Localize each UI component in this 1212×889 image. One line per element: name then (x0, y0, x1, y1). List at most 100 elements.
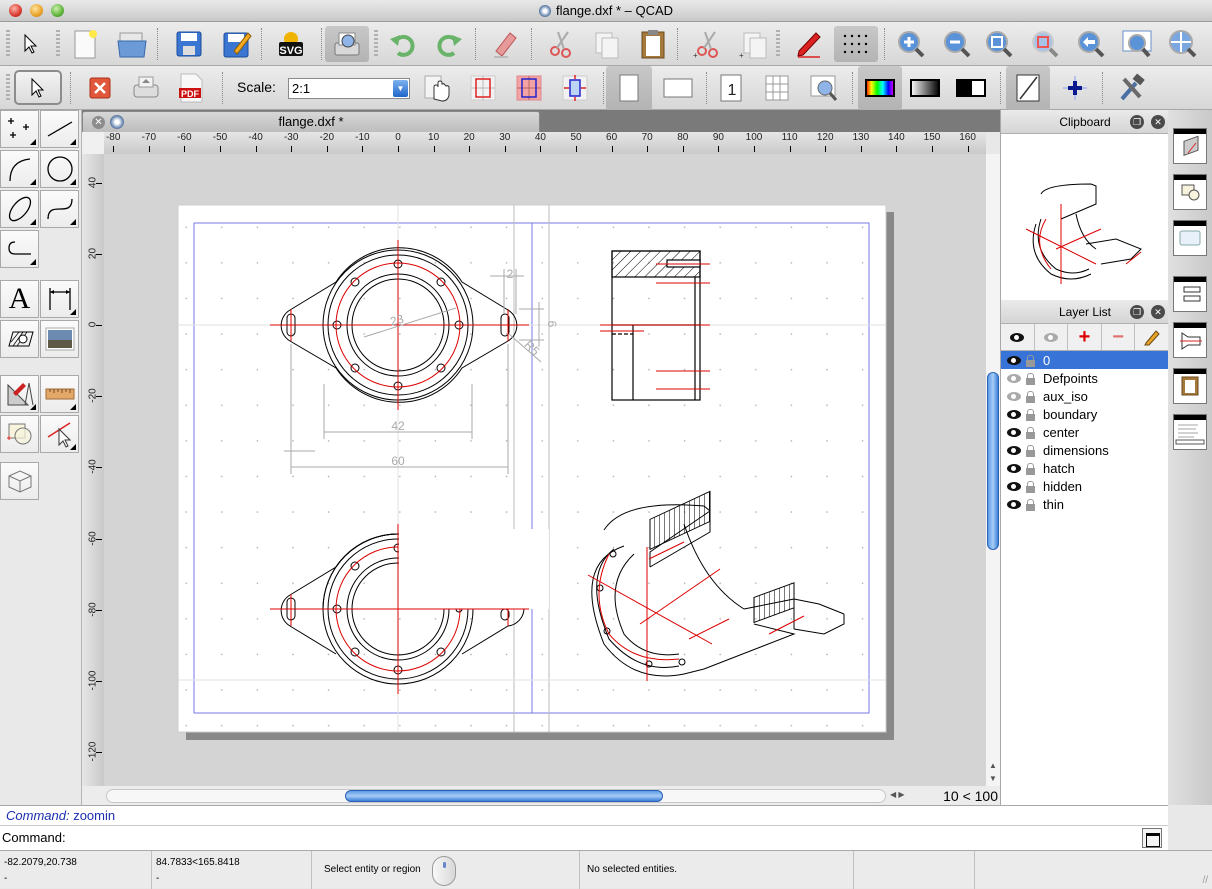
image-tool-button[interactable] (40, 320, 79, 358)
fit-to-page-button[interactable] (804, 70, 842, 106)
float-panel-icon[interactable]: ❐ (1130, 305, 1144, 319)
command-dock-button[interactable] (1142, 828, 1162, 848)
toolbar-grip[interactable] (374, 30, 378, 58)
tab-close-icon[interactable]: ✕ (92, 116, 105, 129)
horizontal-scrollbar[interactable] (106, 789, 886, 803)
eye-icon[interactable] (1007, 445, 1021, 455)
undo-button[interactable] (384, 26, 422, 62)
layer-row[interactable]: hidden (1001, 477, 1169, 495)
block-tool-button[interactable] (0, 462, 39, 500)
add-layer-button[interactable]: + (1068, 324, 1102, 350)
lock-icon[interactable] (1026, 354, 1035, 367)
snap-tool-button[interactable] (0, 415, 39, 453)
show-all-layers-button[interactable] (1001, 324, 1035, 350)
layer-row[interactable]: 0 (1001, 351, 1169, 369)
resize-grip-icon[interactable]: // (1202, 875, 1208, 886)
eye-hidden-icon[interactable] (1007, 391, 1021, 401)
delete-button[interactable] (486, 26, 524, 62)
crosshair-button[interactable] (1056, 70, 1094, 106)
print-select-button[interactable] (14, 70, 62, 105)
vertical-scrollbar[interactable]: ▲ ▼ (986, 154, 1000, 786)
cut-reference-button[interactable]: + (688, 26, 726, 62)
grid-toggle-button[interactable] (834, 26, 878, 62)
layer-row[interactable]: hatch (1001, 459, 1169, 477)
pan-zoom-button[interactable] (1164, 26, 1202, 62)
close-panel-icon[interactable]: ✕ (1151, 115, 1165, 129)
center-horizontal-button[interactable] (464, 70, 502, 106)
zoom-out-button[interactable] (938, 26, 976, 62)
splines-tool-button[interactable] (40, 190, 79, 228)
eye-icon[interactable] (1007, 427, 1021, 437)
property-editor-widget-button[interactable] (1173, 276, 1207, 312)
lock-icon[interactable] (1026, 462, 1035, 475)
lock-icon[interactable] (1026, 426, 1035, 439)
page-tiles-button[interactable] (758, 70, 796, 106)
command-line-widget-button[interactable] (1173, 414, 1207, 450)
window-close-button[interactable] (9, 4, 22, 17)
vertical-scroll-thumb[interactable] (987, 372, 999, 550)
block-list-widget-button[interactable] (1173, 174, 1207, 210)
layer-list-widget-button[interactable] (1173, 322, 1207, 358)
cut-button[interactable] (542, 26, 580, 62)
copy-reference-button[interactable]: + (734, 26, 772, 62)
crop-marks-button[interactable] (1006, 66, 1050, 110)
layer-row[interactable]: center (1001, 423, 1169, 441)
tab-flange-dxf[interactable]: ✕ flange.dxf * (82, 111, 540, 132)
copy-button[interactable] (588, 26, 626, 62)
center-vertical-button[interactable] (556, 70, 594, 106)
new-file-button[interactable] (66, 26, 104, 62)
arcs-tool-button[interactable] (0, 150, 39, 188)
portrait-button[interactable] (606, 66, 652, 110)
horizontal-scroll-thumb[interactable] (345, 790, 663, 802)
edit-layer-button[interactable] (1135, 324, 1169, 350)
modify-tool-button[interactable] (0, 375, 39, 413)
remove-layer-button[interactable]: − (1102, 324, 1136, 350)
layer-row[interactable]: aux_iso (1001, 387, 1169, 405)
layer-row[interactable]: Defpoints (1001, 369, 1169, 387)
hatch-tool-button[interactable] (0, 320, 39, 358)
move-paper-button[interactable] (418, 70, 456, 106)
select-tool-button[interactable] (40, 415, 79, 453)
export-svg-button[interactable]: SVG (272, 26, 310, 62)
save-as-button[interactable] (218, 26, 256, 62)
scroll-up-arrow-icon[interactable]: ▲ (989, 761, 997, 770)
open-file-button[interactable] (114, 26, 152, 62)
hide-all-layers-button[interactable] (1035, 324, 1069, 350)
command-input[interactable] (72, 828, 1132, 848)
scroll-down-arrow-icon[interactable]: ▼ (989, 774, 997, 783)
close-panel-icon[interactable]: ✕ (1151, 305, 1165, 319)
zoom-in-button[interactable] (892, 26, 930, 62)
center-both-button[interactable] (510, 70, 548, 106)
library-widget-button[interactable] (1173, 368, 1207, 404)
layer-row[interactable]: boundary (1001, 405, 1169, 423)
save-button[interactable] (170, 26, 208, 62)
auto-zoom-button[interactable] (980, 26, 1018, 62)
clipboard-widget-button[interactable] (1173, 128, 1207, 164)
eye-icon[interactable] (1007, 499, 1021, 509)
print-preview-button[interactable] (325, 26, 369, 62)
window-zoom-button[interactable] (1118, 26, 1156, 62)
float-panel-icon[interactable]: ❐ (1130, 115, 1144, 129)
view-list-widget-button[interactable] (1173, 220, 1207, 256)
zoom-selection-button[interactable] (1026, 26, 1064, 62)
circles-tool-button[interactable] (40, 150, 79, 188)
scale-one-button[interactable]: 1 (712, 70, 750, 106)
text-tool-button[interactable]: A (0, 280, 39, 318)
zoom-previous-button[interactable] (1072, 26, 1110, 62)
toolbar-grip[interactable] (6, 74, 10, 102)
window-zoom-button[interactable] (51, 4, 64, 17)
scroll-left-right-arrows-icon[interactable]: ◀ ▶ (890, 790, 905, 799)
paste-button[interactable] (634, 26, 672, 62)
window-minimize-button[interactable] (30, 4, 43, 17)
lock-icon[interactable] (1026, 408, 1035, 421)
polylines-tool-button[interactable] (0, 230, 39, 268)
close-print-preview-button[interactable] (81, 70, 119, 106)
grayscale-mode-button[interactable] (906, 70, 944, 106)
print-settings-button[interactable] (1112, 70, 1150, 106)
drawing-canvas[interactable]: 42 60 23 2 6 R5 (104, 154, 986, 786)
layer-row[interactable]: thin (1001, 495, 1169, 513)
eye-icon[interactable] (1007, 481, 1021, 491)
dimensions-tool-button[interactable] (40, 280, 79, 318)
black-white-mode-button[interactable] (952, 70, 990, 106)
draw-order-button[interactable] (790, 26, 828, 62)
